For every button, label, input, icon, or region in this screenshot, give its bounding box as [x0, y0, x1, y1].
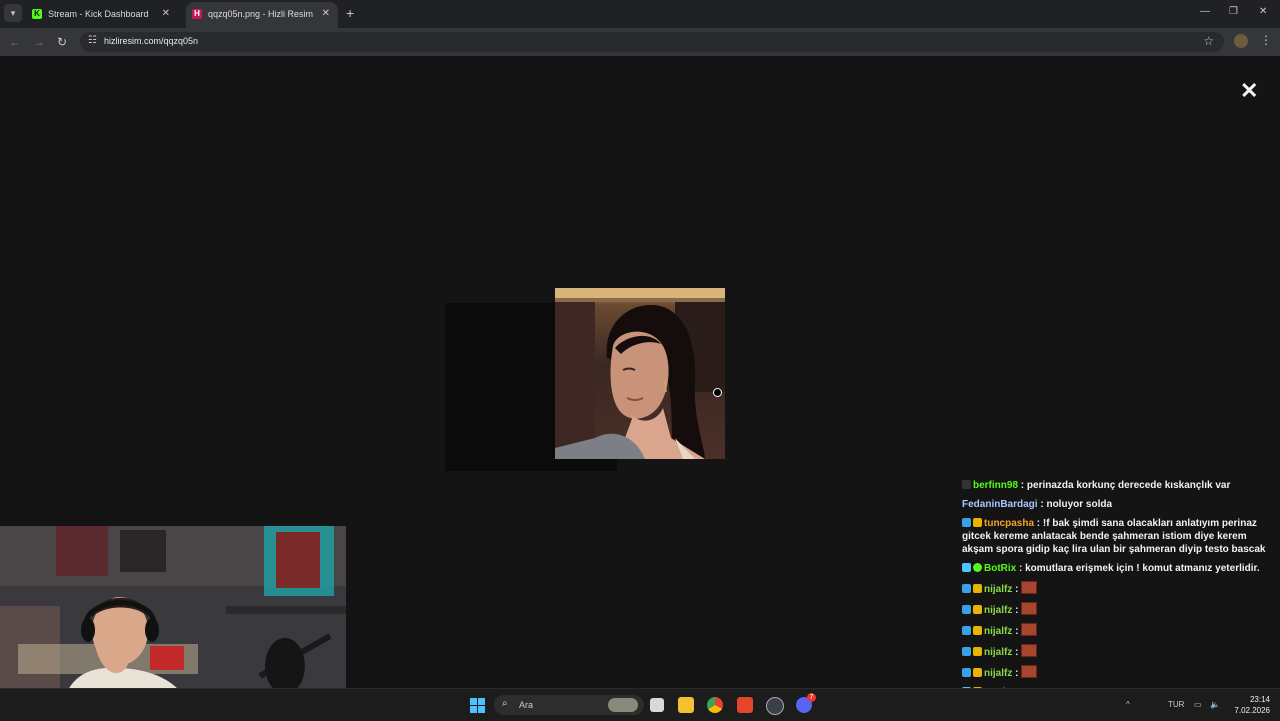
kick-icon: K: [32, 9, 42, 19]
chat-username[interactable]: nijalfz: [984, 647, 1012, 658]
window-close-icon[interactable]: ✕: [1259, 6, 1267, 17]
task-view-icon[interactable]: [650, 698, 664, 712]
browser-menu-icon[interactable]: ⋮: [1260, 33, 1272, 47]
search-placeholder: Ara: [519, 700, 534, 710]
chat-username[interactable]: BotRix: [984, 563, 1016, 574]
close-tab-icon[interactable]: ✕: [322, 2, 330, 26]
language-indicator[interactable]: TUR: [1168, 700, 1184, 709]
chat-emote-icon: [1021, 665, 1038, 678]
chat-message: FedaninBardagi : noluyor solda: [958, 495, 1280, 514]
chat-username[interactable]: berfinn98: [973, 480, 1018, 491]
close-tab-icon[interactable]: ✕: [162, 2, 170, 26]
chrome-icon[interactable]: [707, 697, 723, 713]
chat-text: : perinazda korkunç derecede kıskançlık …: [1018, 480, 1231, 491]
restore-icon[interactable]: ❐: [1229, 6, 1238, 17]
chat-message: nijalfz :: [958, 620, 1280, 641]
url-text: hizliresim.com/qqzq05n: [104, 36, 199, 46]
minimize-icon[interactable]: —: [1200, 6, 1210, 17]
address-bar[interactable]: ☷ hizliresim.com/qqzq05n ☆: [80, 32, 1224, 52]
gift-badge-icon: [973, 647, 982, 656]
tab-hizli-resim[interactable]: H qqzq05n.png - Hizli Resim ✕: [186, 2, 338, 28]
search-highlight-art: [608, 698, 638, 712]
mod-badge-icon: [962, 563, 971, 572]
chat-text: :: [1012, 605, 1022, 616]
chat-text: : komutlara erişmek için ! komut atmanız…: [1016, 563, 1260, 574]
forward-icon[interactable]: →: [33, 34, 45, 50]
chat-message: nijalfz :: [958, 641, 1280, 662]
chat-emote-icon: [1021, 644, 1038, 657]
discord-badge: 7: [807, 693, 816, 702]
chat-message: nijalfz :: [958, 662, 1280, 683]
network-icon[interactable]: ▭: [1194, 700, 1202, 709]
volume-icon[interactable]: 🔈: [1210, 700, 1220, 709]
chat-username[interactable]: nijalfz: [984, 668, 1012, 679]
gift-badge-icon: [973, 626, 982, 635]
tab-title: Stream - Kick Dashboard: [48, 9, 149, 19]
discord-icon[interactable]: 7: [796, 693, 816, 713]
chat-text: :: [1012, 584, 1022, 595]
bookmark-star-icon[interactable]: ☆: [1203, 34, 1214, 48]
clock-date: 7.02.2026: [1234, 706, 1270, 715]
sub-badge-icon: [962, 626, 971, 635]
gift-badge-icon: [973, 518, 982, 527]
chat-message: BotRix : komutlara erişmek için ! komut …: [958, 559, 1280, 578]
sub-badge-icon: [962, 647, 971, 656]
sub-badge-icon: [962, 584, 971, 593]
verif-badge-icon: [973, 563, 982, 572]
reload-icon[interactable]: ↻: [57, 34, 67, 50]
gift-badge-icon: [973, 584, 982, 593]
steam-icon[interactable]: [766, 697, 784, 715]
viewed-photo: [555, 288, 725, 459]
taskbar-search[interactable]: ⌕ Ara: [494, 695, 644, 715]
chat-text: :: [1012, 647, 1022, 658]
chat-message: berfinn98 : perinazda korkunç derecede k…: [958, 476, 1280, 495]
new-tab-button[interactable]: +: [346, 5, 354, 21]
chat-text: :: [1012, 668, 1022, 679]
brave-icon[interactable]: [737, 697, 753, 713]
mouse-cursor: [713, 388, 722, 397]
folder-icon[interactable]: [678, 697, 694, 713]
profile-avatar[interactable]: [1234, 34, 1248, 48]
tray-chevron-icon[interactable]: ^: [1126, 700, 1130, 709]
gift-badge-icon: [973, 605, 982, 614]
tab-kick-dashboard[interactable]: K Stream - Kick Dashboard ✕: [26, 2, 178, 28]
chat-username[interactable]: tuncpasha: [984, 518, 1034, 529]
chat-text: :: [1012, 626, 1022, 637]
sub-badge-icon: [962, 518, 971, 527]
close-icon[interactable]: ✕: [1240, 80, 1258, 102]
back-icon[interactable]: ←: [9, 34, 21, 50]
chat-username[interactable]: nijalfz: [984, 626, 1012, 637]
tab-title: qqzq05n.png - Hizli Resim: [208, 9, 314, 19]
chat-message: nijalfz :: [958, 599, 1280, 620]
chat-username[interactable]: nijalfz: [984, 605, 1012, 616]
taskbar-clock[interactable]: 23:14 7.02.2026: [1230, 694, 1270, 716]
chat-emote-icon: [1021, 581, 1038, 594]
browser-toolbar: ← → ↻ ☷ hizliresim.com/qqzq05n ☆ ⋮: [0, 28, 1280, 56]
chat-username[interactable]: nijalfz: [984, 584, 1012, 595]
sub-badge-icon: [962, 668, 971, 677]
stream-chat-overlay: berfinn98 : perinazda korkunç derecede k…: [958, 476, 1280, 721]
chat-emote-icon: [1021, 623, 1038, 636]
windows-taskbar: ⌕ Ara 7 ^ TUR ▭ 🔈 23:14 7.02.2026: [0, 688, 1280, 721]
tab-search-button[interactable]: ▾: [4, 4, 22, 22]
clock-time: 23:14: [1249, 695, 1270, 704]
hizliresim-icon: H: [192, 9, 202, 19]
chat-message: nijalfz :: [958, 578, 1280, 599]
chat-text: : noluyor solda: [1037, 499, 1113, 510]
dim-badge-icon: [962, 480, 971, 489]
windows-start-icon[interactable]: [470, 698, 485, 713]
sub-badge-icon: [962, 605, 971, 614]
tab-strip: ▾ K Stream - Kick Dashboard ✕ H qqzq05n.…: [0, 0, 1280, 28]
gift-badge-icon: [973, 668, 982, 677]
chat-message: tuncpasha : !f bak şimdi sana olacakları…: [958, 514, 1280, 559]
site-info-icon[interactable]: ☷: [88, 35, 97, 46]
search-icon: ⌕: [502, 698, 508, 709]
chat-username[interactable]: FedaninBardagi: [962, 499, 1038, 510]
chat-emote-icon: [1021, 602, 1038, 615]
